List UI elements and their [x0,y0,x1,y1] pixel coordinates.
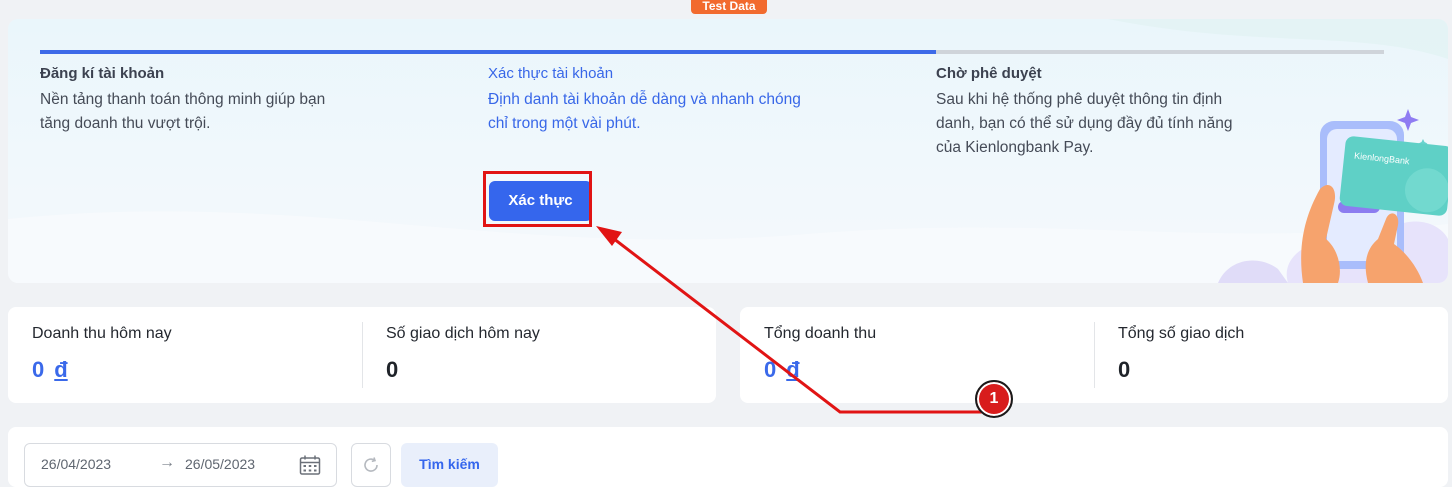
step-description: Định danh tài khoản dễ dàng và nhanh chó… [488,91,801,132]
stat-value: 0đ [764,357,800,382]
search-button[interactable]: Tìm kiếm [401,443,498,487]
stat-label: Doanh thu hôm nay [32,325,172,342]
total-revenue-stat: Tổng doanh thu 0đ [764,307,1084,403]
onboarding-banner: Đăng kí tài khoản Nền tảng thanh toán th… [8,19,1448,283]
stat-divider [362,322,363,388]
arrow-right-icon: → [159,454,175,471]
date-from-input[interactable]: 26/04/2023 [41,456,111,472]
refresh-button[interactable] [351,443,391,487]
step-description: Nền tảng thanh toán thông minh giúp bạn … [40,91,326,132]
currency-link[interactable]: đ [54,357,67,382]
verify-button-highlight [483,171,592,227]
step-title: Đăng kí tài khoản [40,65,165,82]
today-stats-card: Doanh thu hôm nay 0đ Số giao dịch hôm na… [8,307,716,403]
step-title: Xác thực tài khoản [488,65,614,82]
stat-value: 0đ [32,357,68,382]
calendar-icon[interactable] [299,455,321,475]
stat-value: 0 [386,357,399,382]
currency-link[interactable]: đ [786,357,799,382]
refresh-icon [364,457,378,472]
progress-bar-remaining [936,50,1384,54]
stat-label: Số giao dịch hôm nay [386,325,540,342]
date-range-picker[interactable]: 26/04/2023 → 26/05/2023 [24,443,337,487]
test-data-badge: Test Data [691,0,767,14]
stat-divider [1094,322,1095,388]
date-to-input[interactable]: 26/05/2023 [185,456,255,472]
total-transactions-stat: Tổng số giao dịch 0 [1118,307,1438,403]
today-transactions-stat: Số giao dịch hôm nay 0 [386,307,706,403]
search-filter-panel: 26/04/2023 → 26/05/2023 Tìm kiếm [8,427,1448,487]
phone-card-illustration: KienlongBank [1218,109,1448,283]
progress-bar-completed [40,50,936,54]
today-revenue-stat: Doanh thu hôm nay 0đ [32,307,352,403]
stat-label: Tổng doanh thu [764,325,877,342]
step-register-account: Đăng kí tài khoản Nền tảng thanh toán th… [40,65,360,136]
stat-label: Tổng số giao dịch [1118,325,1245,342]
annotation-step-number: 1 [975,380,1013,418]
total-stats-card: Tổng doanh thu 0đ Tổng số giao dịch 0 [740,307,1448,403]
stat-value: 0 [1118,357,1131,382]
step-verify-account: Xác thực tài khoản Định danh tài khoản d… [488,65,808,136]
